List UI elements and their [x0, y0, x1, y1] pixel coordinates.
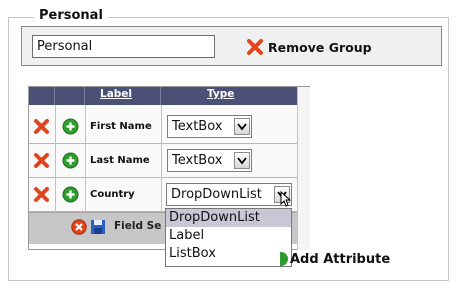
- add-attribute-button[interactable]: Add Attribute: [290, 252, 390, 267]
- remove-group-label: Remove Group: [268, 39, 372, 55]
- dropdown-option[interactable]: Label: [166, 227, 291, 245]
- delete-row-icon[interactable]: [33, 152, 50, 169]
- header-cell-add: [55, 87, 85, 105]
- delete-row-icon[interactable]: [33, 118, 50, 135]
- group-name-input[interactable]: [32, 35, 215, 58]
- mouse-cursor-icon: [280, 191, 291, 207]
- remove-group-button[interactable]: Remove Group: [246, 37, 372, 57]
- grid-scrollbar[interactable]: [297, 87, 310, 250]
- add-row-icon[interactable]: [62, 118, 79, 135]
- chevron-down-icon[interactable]: [234, 152, 250, 169]
- column-divider: [55, 105, 56, 212]
- column-divider: [161, 105, 162, 212]
- group-legend: Personal: [34, 8, 108, 23]
- cancel-icon[interactable]: [71, 219, 87, 235]
- add-row-icon[interactable]: [62, 152, 79, 169]
- x-icon: [246, 38, 264, 56]
- row-label: First Name: [90, 121, 152, 132]
- row-label: Country: [90, 189, 135, 200]
- field-set-label: Field Se: [114, 220, 162, 232]
- column-divider: [85, 105, 86, 212]
- save-icon[interactable]: [90, 219, 106, 235]
- header-cell-delete: [29, 87, 55, 105]
- column-header-type[interactable]: Type: [207, 88, 234, 100]
- dropdown-option[interactable]: DropDownList: [166, 209, 291, 227]
- dropdown-option[interactable]: ListBox: [166, 245, 291, 263]
- add-row-icon[interactable]: [62, 186, 79, 203]
- chevron-down-icon[interactable]: [234, 118, 250, 135]
- row-label: Last Name: [90, 155, 150, 166]
- delete-row-icon[interactable]: [33, 186, 50, 203]
- type-dropdown-list: DropDownList Label ListBox: [165, 208, 292, 267]
- column-header-label[interactable]: Label: [100, 88, 132, 100]
